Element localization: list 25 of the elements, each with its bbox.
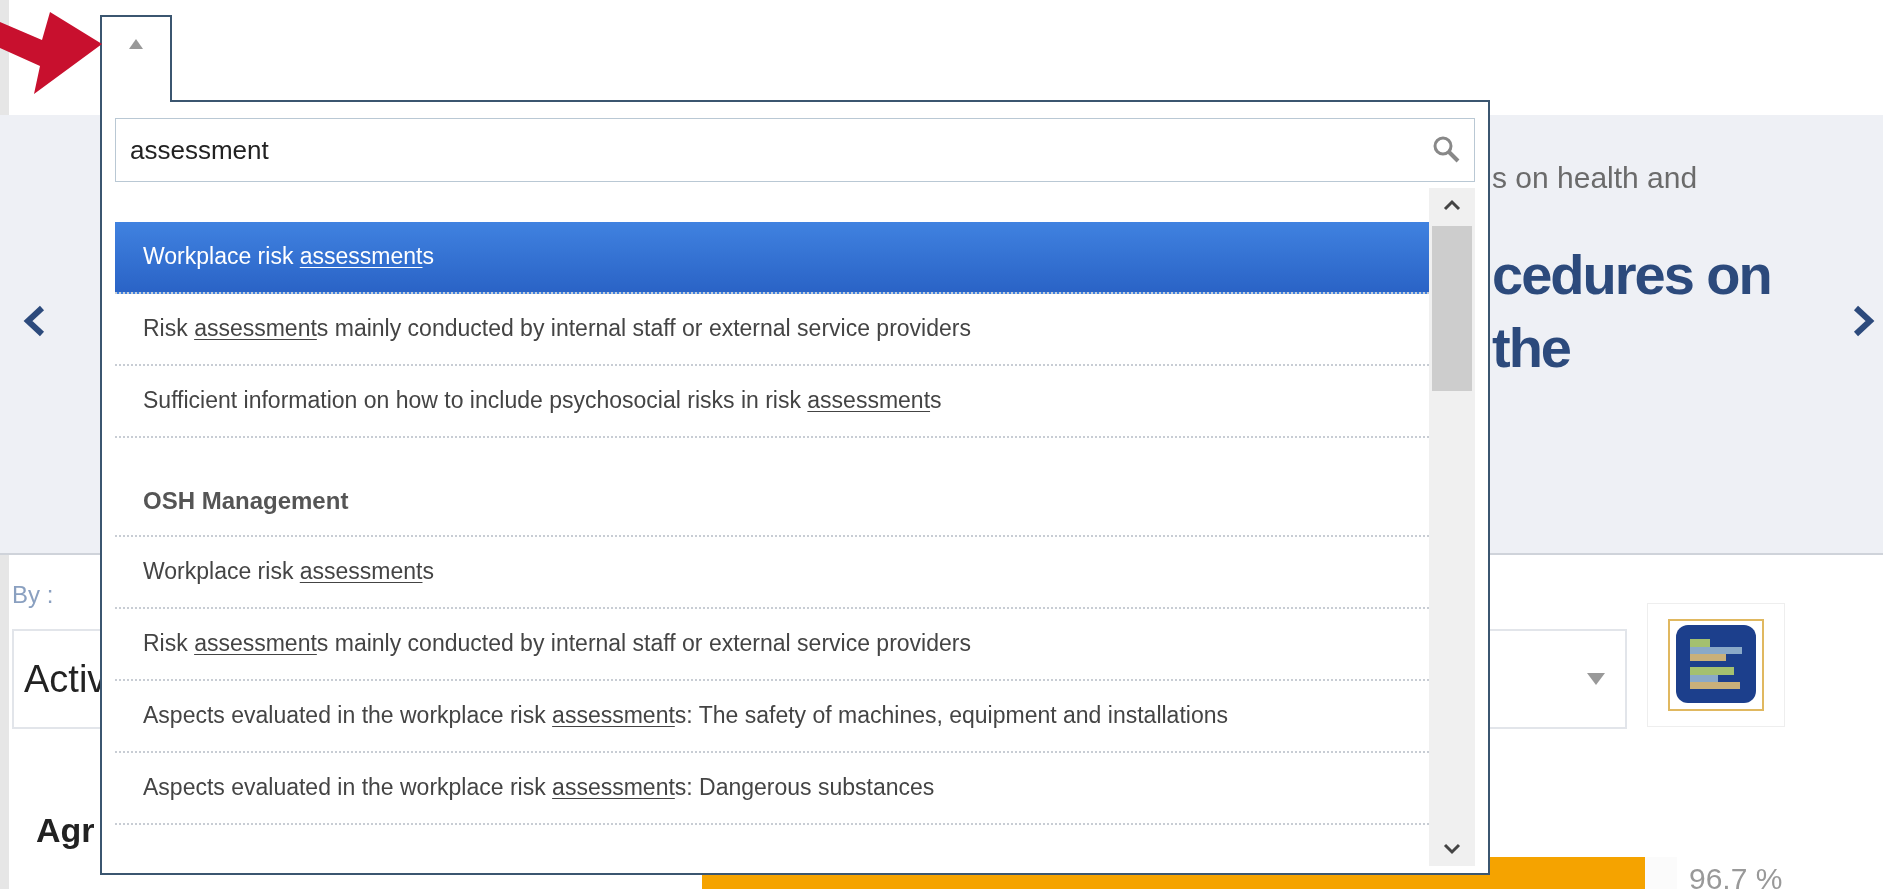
banner-title-line: cedures on [1492,242,1771,308]
chevron-left-icon[interactable] [22,305,46,337]
scrollbar-thumb[interactable] [1432,226,1472,391]
chevron-right-icon[interactable] [1852,305,1876,337]
dropdown-option[interactable]: Aspects evaluated in the workplace risk assessments: Dangerous substances [115,753,1429,825]
dropdown-toggle-button[interactable] [100,15,172,102]
dropdown-option[interactable]: Aspects evaluated in the workplace risk assessments: The safety of machines, equipment and installations [115,681,1429,753]
chart-view-button[interactable] [1647,603,1785,727]
banner-title-line: the [1492,314,1571,381]
search-field[interactable]: assessment [115,118,1475,182]
filter-label: By : [12,580,55,610]
dropdown-option[interactable]: Sufficient information on how to include psychosocial risks in risk assessments [115,366,1429,438]
chevron-down-icon[interactable] [1443,843,1461,855]
scrollbar[interactable] [1429,188,1475,866]
dropdown-option[interactable]: Workplace risk assessments [115,537,1429,609]
triangle-up-icon [129,39,143,49]
section-title: Agr [36,810,95,851]
chevron-up-icon[interactable] [1443,199,1461,211]
banner-subtitle: s on health and [1492,163,1699,193]
caret-down-icon [1587,673,1605,685]
search-icon [1431,134,1461,164]
bar-value: 96.7 % [1689,861,1783,889]
dropdown-option[interactable]: Risk assessments mainly conducted by internal staff or external service providers [115,609,1429,681]
dropdown-option[interactable]: Workplace risk assessments [115,222,1429,294]
dropdown-option[interactable]: Risk assessments mainly conducted by internal staff or external service providers [115,294,1429,366]
